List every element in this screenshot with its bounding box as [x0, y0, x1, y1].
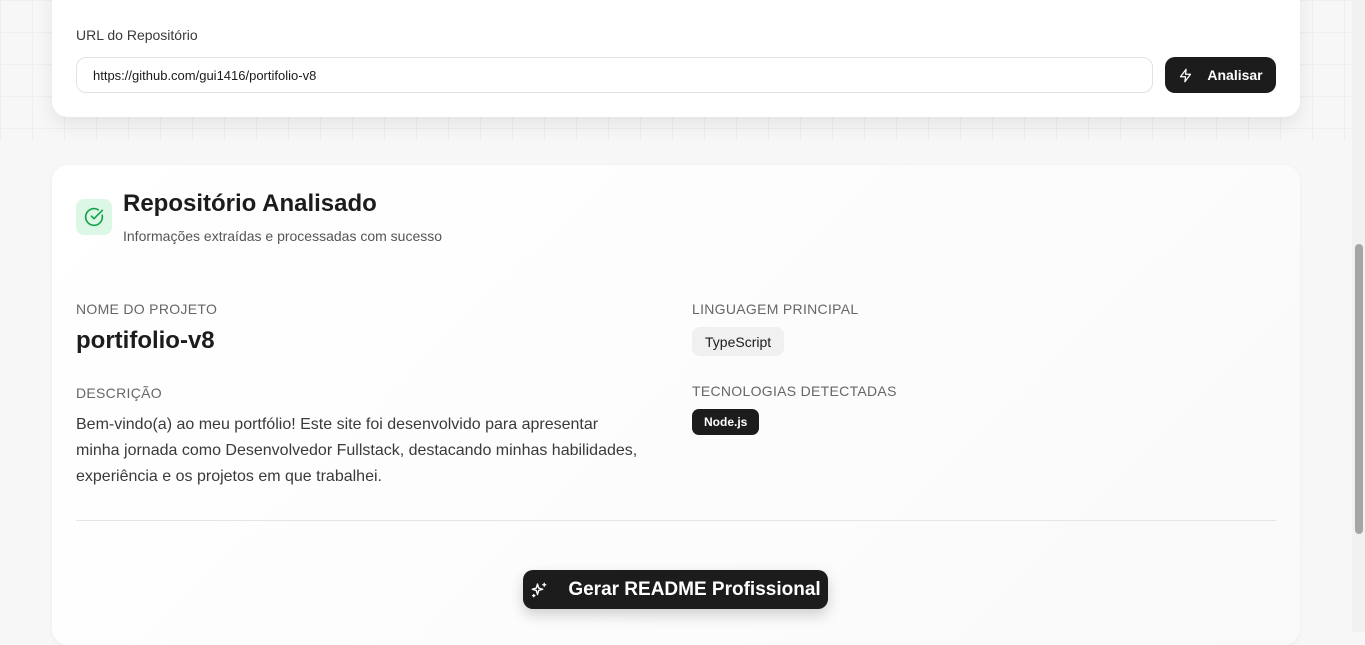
analysis-result-card: Repositório Analisado Informações extraí… [52, 165, 1300, 645]
generate-readme-label: Gerar README Profissional [568, 578, 821, 600]
generate-readme-button[interactable]: Gerar README Profissional [523, 570, 828, 609]
sparkles-icon [530, 581, 548, 599]
technology-badge: Node.js [692, 409, 760, 435]
lightning-icon [1178, 68, 1193, 83]
repository-input-card: URL do Repositório Analisar [52, 0, 1300, 117]
language-label: LINGUAGEM PRINCIPAL [692, 301, 859, 317]
page-scrollbar[interactable] [1352, 0, 1365, 632]
analyze-button[interactable]: Analisar [1165, 57, 1276, 93]
project-description: Bem-vindo(a) ao meu portfólio! Este site… [76, 416, 638, 485]
description-label: DESCRIÇÃO [76, 385, 162, 401]
check-circle-icon [84, 207, 104, 227]
result-title: Repositório Analisado [123, 190, 377, 217]
analyze-button-label: Analisar [1207, 67, 1263, 83]
project-name-label: NOME DO PROJETO [76, 301, 218, 317]
technologies-label: TECNOLOGIAS DETECTADAS [692, 383, 897, 399]
scrollbar-thumb[interactable] [1355, 244, 1363, 534]
language-badge: TypeScript [692, 327, 785, 356]
divider [76, 520, 1276, 521]
url-label: URL do Repositório [76, 27, 198, 43]
project-name: portifolio-v8 [76, 327, 215, 354]
status-badge [76, 199, 112, 235]
repository-url-input[interactable] [76, 57, 1153, 93]
result-subtitle: Informações extraídas e processadas com … [123, 228, 443, 244]
